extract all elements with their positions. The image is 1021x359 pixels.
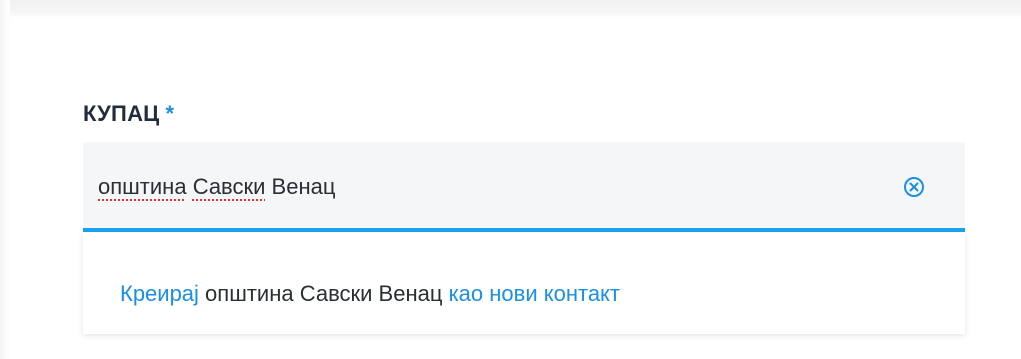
entity-name-text: општина Савски Венац xyxy=(198,281,449,306)
as-new-contact-text: као нови контакт xyxy=(448,281,620,306)
input-word-1: општина xyxy=(98,174,187,199)
input-word-2: Савски xyxy=(192,174,266,199)
required-asterisk: * xyxy=(165,101,175,126)
customer-input-value[interactable]: општина Савски Венац xyxy=(98,170,335,204)
customer-field-label: КУПАЦ * xyxy=(83,96,174,132)
customer-label-text: КУПАЦ xyxy=(83,101,160,126)
top-divider xyxy=(0,0,1021,18)
create-action-text: Креирај xyxy=(120,281,199,306)
close-circle-icon[interactable] xyxy=(902,175,926,199)
create-contact-option[interactable]: Креирај општина Савски Венац као нови ко… xyxy=(120,277,620,311)
input-word-3: Венац xyxy=(265,174,336,199)
suggestion-dropdown: Креирај општина Савски Венац као нови ко… xyxy=(83,232,965,334)
page: КУПАЦ * општина Савски Венац Креирај опш… xyxy=(0,0,1021,359)
customer-input[interactable]: општина Савски Венац xyxy=(83,142,965,232)
left-edge xyxy=(0,0,10,359)
